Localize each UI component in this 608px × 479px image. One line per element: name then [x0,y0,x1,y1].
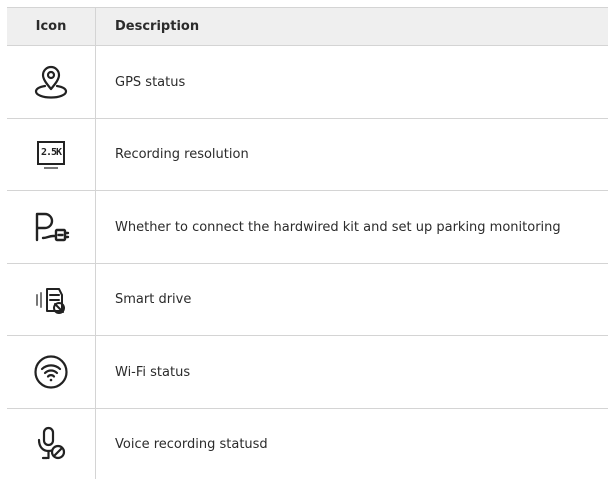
table-header: Icon Description [7,8,608,46]
resolution-2-5k-icon: 2.5K [37,140,65,169]
row-description: Voice recording statusd [115,436,268,452]
resolution-icon-label: 2.5K [40,147,62,158]
row-description: Whether to connect the hardwired kit and… [115,219,561,235]
row-description: Recording resolution [115,147,249,162]
gps-pin-icon [32,63,70,101]
row-description: Smart drive [115,292,192,307]
row-description: Wi-Fi status [115,364,191,380]
table-row: GPS status [7,46,608,119]
table-row: Voice recording statusd [7,409,608,479]
row-description: GPS status [115,74,186,90]
wifi-icon [33,354,69,390]
table-row: 2.5K Recording resolution [7,119,608,191]
icon-description-table: Icon Description GPS status 2.5K Recordi… [7,7,608,479]
table-row: Smart drive [7,264,608,336]
header-description-column: Description [115,19,200,34]
smart-drive-icon [33,283,69,317]
microphone-off-icon [34,425,68,463]
header-icon-column: Icon [7,8,96,45]
table-row: Whether to connect the hardwired kit and… [7,191,608,264]
table-row: Wi-Fi status [7,336,608,409]
parking-plug-icon [31,210,71,244]
